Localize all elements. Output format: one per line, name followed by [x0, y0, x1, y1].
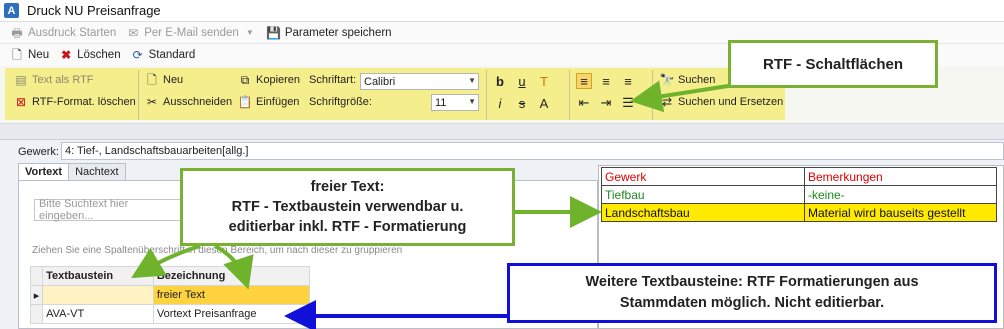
arrow-to-grid-right: [214, 244, 254, 290]
arrow-to-grid-left: [131, 244, 201, 279]
callout-more-blocks: Weitere Textbausteine: RTF Formatierunge…: [507, 263, 997, 323]
callout-free-text: freier Text: RTF - Textbaustein verwendb…: [180, 168, 515, 246]
callout-rtf-buttons: RTF - Schaltflächen: [728, 40, 938, 88]
arrow-to-ribbon: [630, 80, 729, 113]
